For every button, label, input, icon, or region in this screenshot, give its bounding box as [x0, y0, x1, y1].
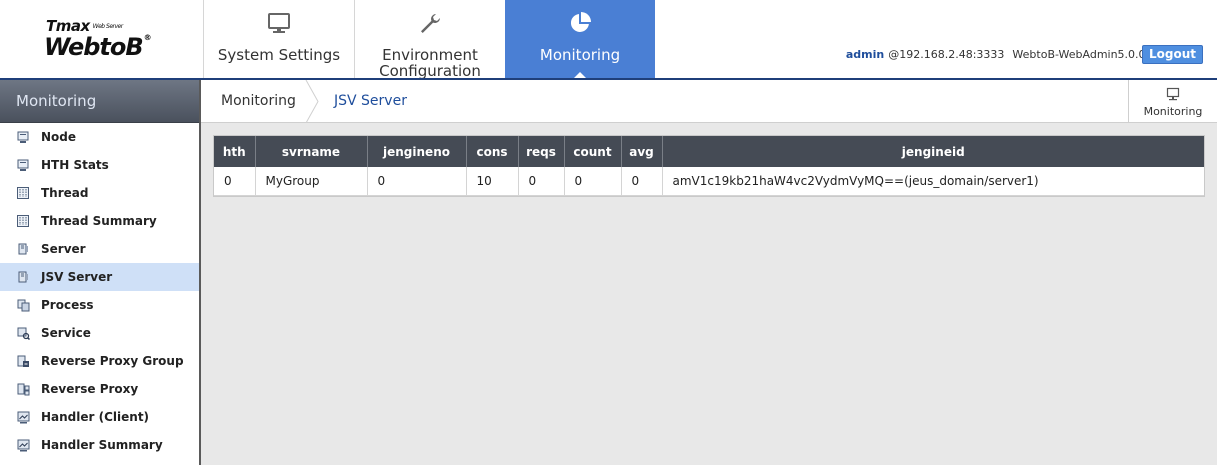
sidebar-item-label: HTH Stats: [41, 158, 109, 172]
monitoring-button-label: Monitoring: [1143, 105, 1203, 118]
server-icon: [16, 242, 30, 256]
sidebar-item-handler-client[interactable]: Handler (Client): [0, 403, 199, 431]
sidebar-item-label: Thread: [41, 186, 89, 200]
tab-system-settings[interactable]: System Settings: [204, 0, 355, 78]
column-header-reqs[interactable]: reqs: [518, 136, 565, 167]
breadcrumb-separator-icon: [305, 80, 319, 123]
monitoring-button[interactable]: Monitoring: [1128, 80, 1217, 123]
column-header-jengineid[interactable]: jengineid: [662, 136, 1204, 167]
active-tab-arrow: [573, 72, 587, 78]
hth-stats-icon: [16, 158, 30, 172]
cell-jengineno: 0: [367, 167, 467, 196]
pie-chart-icon: [505, 11, 655, 39]
column-header-hth[interactable]: hth: [214, 136, 256, 167]
main-content: Monitoring JSV Server Monitoring hth svr…: [201, 80, 1217, 465]
sidebar-item-label: Service: [41, 326, 91, 340]
sidebar-item-jsv-server[interactable]: JSV Server: [0, 263, 199, 291]
column-header-count[interactable]: count: [564, 136, 622, 167]
wrench-icon: [355, 11, 505, 39]
sidebar-item-handler-summary[interactable]: Handler Summary: [0, 431, 199, 459]
column-header-svrname[interactable]: svrname: [255, 136, 368, 167]
tab-label: Monitoring: [539, 46, 621, 64]
handler-client-icon: [16, 410, 30, 424]
cell-reqs: 0: [518, 167, 565, 196]
logout-button[interactable]: Logout: [1142, 45, 1203, 64]
sidebar-item-node[interactable]: Node: [0, 123, 199, 151]
column-header-avg[interactable]: avg: [621, 136, 663, 167]
top-header: Tmax Web Server WebtoB® System Settings E…: [0, 0, 1217, 80]
sidebar: Monitoring Node HTH Stats Thread Thread …: [0, 80, 201, 465]
thread-summary-icon: [16, 214, 30, 228]
sidebar-item-process[interactable]: Process: [0, 291, 199, 319]
user-info: admin @192.168.2.48:3333 WebtoB-WebAdmin5.…: [846, 48, 1174, 61]
cell-hth: 0: [214, 167, 256, 196]
cell-jengineid: amV1c19kb21haW4vc2VydmVyMQ==(jeus_domain…: [662, 167, 1204, 196]
server-address: @192.168.2.48:3333: [888, 48, 1005, 61]
sidebar-item-label: JSV Server: [41, 270, 113, 284]
sidebar-item-hth-stats[interactable]: HTH Stats: [0, 151, 199, 179]
tab-environment-configuration[interactable]: Environment Configuration: [355, 0, 506, 78]
column-header-jengineno[interactable]: jengineno: [367, 136, 467, 167]
sidebar-item-label: Process: [41, 298, 94, 312]
sidebar-item-label: Reverse Proxy: [41, 382, 139, 396]
logo-webtob: WebtoB®: [44, 33, 152, 61]
thread-icon: [16, 186, 30, 200]
sidebar-item-reverse-proxy-group[interactable]: Reverse Proxy Group: [0, 347, 199, 375]
table-row[interactable]: 0 MyGroup 0 10 0 0 0 amV1c19kb21haW4vc2V…: [214, 167, 1204, 196]
table-header-row: hth svrname jengineno cons reqs count av…: [214, 136, 1204, 167]
sidebar-item-label: Node: [41, 130, 77, 144]
sidebar-item-label: Handler Summary: [41, 438, 163, 452]
sidebar-item-thread-summary[interactable]: Thread Summary: [0, 207, 199, 235]
handler-summary-icon: [16, 438, 30, 452]
cell-cons: 10: [466, 167, 519, 196]
sidebar-item-thread[interactable]: Thread: [0, 179, 199, 207]
sidebar-item-label: Server: [41, 242, 86, 256]
breadcrumb-parent[interactable]: Monitoring: [221, 93, 296, 109]
sidebar-item-server[interactable]: Server: [0, 235, 199, 263]
node-icon: [16, 130, 30, 144]
jsv-server-table: hth svrname jengineno cons reqs count av…: [213, 135, 1205, 197]
cell-svrname: MyGroup: [255, 167, 368, 196]
tab-label: System Settings: [217, 46, 341, 64]
breadcrumb-current: JSV Server: [334, 93, 407, 109]
sidebar-item-label: Handler (Client): [41, 410, 150, 424]
jsv-server-icon: [16, 270, 30, 284]
cell-avg: 0: [621, 167, 663, 196]
user-name[interactable]: admin: [846, 48, 884, 61]
monitor-icon: [204, 11, 354, 39]
sidebar-item-service[interactable]: Service: [0, 319, 199, 347]
monitor-small-icon: [1166, 87, 1180, 101]
column-header-cons[interactable]: cons: [466, 136, 519, 167]
sidebar-item-label: Reverse Proxy Group: [41, 354, 184, 368]
process-icon: [16, 298, 30, 312]
sidebar-title: Monitoring: [0, 80, 199, 123]
sidebar-item-reverse-proxy[interactable]: Reverse Proxy: [0, 375, 199, 403]
webtob-logo[interactable]: Tmax Web Server WebtoB®: [0, 0, 204, 78]
reverse-proxy-group-icon: [16, 354, 30, 368]
tab-monitoring[interactable]: Monitoring: [505, 0, 655, 78]
reverse-proxy-icon: [16, 382, 30, 396]
service-icon: [16, 326, 30, 340]
tab-label: Environment Configuration: [379, 46, 481, 78]
sidebar-item-label: Thread Summary: [41, 214, 157, 228]
cell-count: 0: [564, 167, 622, 196]
breadcrumb: Monitoring JSV Server Monitoring: [201, 80, 1217, 123]
